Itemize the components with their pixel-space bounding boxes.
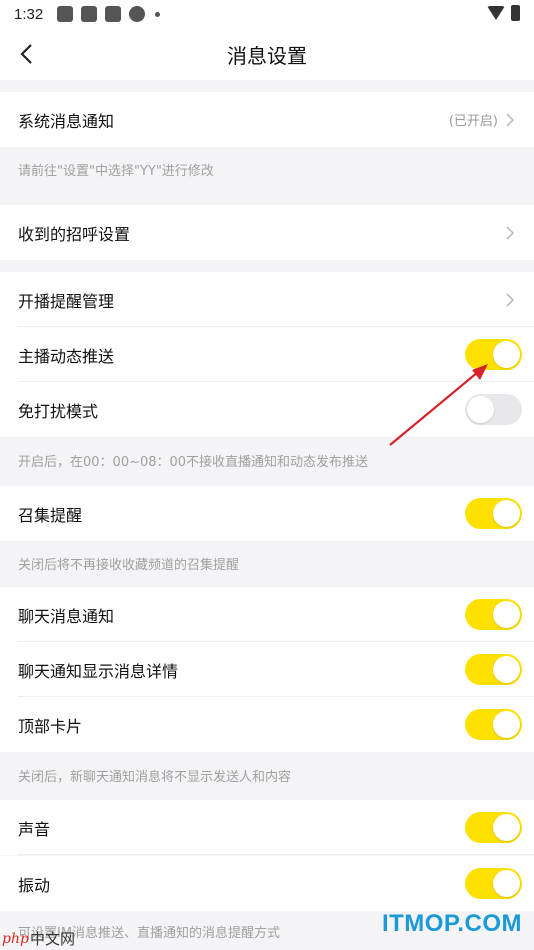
chevron-left-icon — [20, 44, 32, 64]
toggle-knob — [493, 870, 520, 897]
chat-notification-row: 聊天消息通知 — [0, 587, 534, 642]
toggle-knob — [493, 341, 520, 368]
gather-reminder-row: 召集提醒 — [0, 486, 534, 541]
toggle-knob — [467, 396, 494, 423]
more-notifications-icon — [155, 11, 161, 17]
sound-row: 声音 — [0, 800, 534, 855]
back-button[interactable] — [14, 40, 38, 68]
vibrate-row: 振动 — [0, 856, 534, 911]
system-notification-row[interactable]: 系统消息通知 (已开启) — [0, 92, 534, 147]
greeting-settings-label: 收到的招呼设置 — [18, 224, 131, 244]
toggle-knob — [493, 500, 520, 527]
wifi-icon — [487, 6, 505, 20]
top-card-toggle[interactable] — [465, 709, 522, 740]
php-logo: php — [2, 930, 29, 947]
divider — [18, 854, 534, 855]
status-bar: 1:32 — [0, 0, 534, 28]
system-notification-label: 系统消息通知 — [18, 111, 115, 131]
chat-notification-toggle[interactable] — [465, 599, 522, 630]
live-reminder-management-row[interactable]: 开播提醒管理 — [0, 272, 534, 327]
sound-label: 声音 — [18, 819, 51, 839]
php-watermark-text: 中文网 — [29, 930, 75, 948]
page-title: 消息设置 — [227, 43, 307, 68]
chat-detail-row: 聊天通知显示消息详情 — [0, 642, 534, 697]
top-card-label: 顶部卡片 — [18, 716, 83, 736]
chevron-right-icon — [504, 225, 516, 241]
anchor-push-row: 主播动态推送 — [0, 327, 534, 382]
toggle-knob — [493, 601, 520, 628]
status-time: 1:32 — [14, 5, 44, 23]
gather-reminder-label: 召集提醒 — [18, 505, 83, 525]
system-notification-status: (已开启) — [448, 114, 498, 129]
anchor-push-label: 主播动态推送 — [18, 346, 115, 366]
aperture-icon — [129, 6, 146, 22]
do-not-disturb-note: 开启后，在00：00~08：00不接收直播通知和动态发布推送 — [0, 437, 534, 483]
live-reminder-label: 开播提醒管理 — [18, 291, 115, 311]
vibrate-label: 振动 — [18, 875, 51, 895]
sound-toggle[interactable] — [465, 812, 522, 843]
anchor-push-toggle[interactable] — [465, 339, 522, 370]
chat-notification-label: 聊天消息通知 — [18, 606, 115, 626]
chat-note: 关闭后，新聊天通知消息将不显示发送人和内容 — [0, 752, 534, 798]
notification-icon — [81, 6, 98, 22]
navigation-bar: 消息设置 — [0, 28, 534, 80]
vibrate-toggle[interactable] — [465, 868, 522, 899]
toggle-knob — [493, 814, 520, 841]
do-not-disturb-toggle[interactable] — [465, 394, 522, 425]
chevron-right-icon — [504, 292, 516, 308]
toggle-knob — [493, 711, 520, 738]
php-watermark: php 中文网 — [2, 928, 75, 949]
chevron-right-icon — [504, 112, 516, 128]
battery-icon — [511, 5, 520, 21]
greeting-settings-row[interactable]: 收到的招呼设置 — [0, 205, 534, 260]
do-not-disturb-row: 免打扰模式 — [0, 382, 534, 437]
chat-detail-toggle[interactable] — [465, 654, 522, 685]
gather-reminder-toggle[interactable] — [465, 498, 522, 529]
toggle-knob — [493, 656, 520, 683]
notification-icon — [105, 6, 122, 22]
notification-icon — [57, 6, 74, 22]
gather-reminder-note: 关闭后将不再接收收藏频道的召集提醒 — [0, 541, 534, 585]
system-notification-note: 请前往"设置"中选择"YY"进行修改 — [0, 147, 534, 191]
top-card-row: 顶部卡片 — [0, 697, 534, 752]
do-not-disturb-label: 免打扰模式 — [18, 401, 99, 421]
itmop-watermark: ITMOP.COM — [381, 910, 522, 937]
chat-detail-label: 聊天通知显示消息详情 — [18, 661, 179, 681]
